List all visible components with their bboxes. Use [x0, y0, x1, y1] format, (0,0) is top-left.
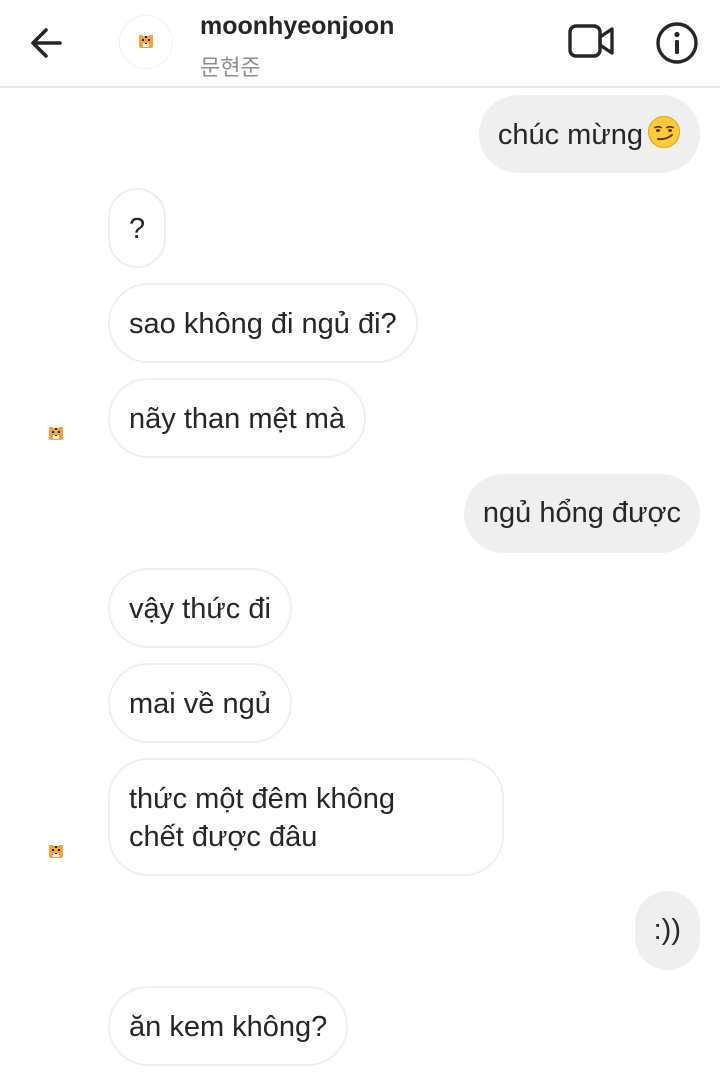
video-call-button[interactable]	[566, 20, 616, 64]
message-bubble-outgoing[interactable]: :))	[634, 891, 700, 970]
message-bubble-incoming[interactable]: ăn kem không?	[108, 986, 349, 1066]
message-bubble-incoming[interactable]: sao không đi ngủ đi?	[108, 283, 418, 363]
message-text: ăn kem không?	[129, 1011, 328, 1043]
message-text: :))	[653, 914, 681, 946]
contact-avatar[interactable]	[120, 16, 172, 68]
contact-username[interactable]: moonhyeonjoon	[200, 12, 394, 41]
info-icon	[656, 22, 698, 64]
tiger-avatar-icon	[49, 427, 63, 440]
tiger-avatar-icon	[49, 845, 63, 858]
back-button[interactable]	[22, 20, 72, 66]
message-text: sao không đi ngủ đi?	[129, 308, 397, 340]
message-text: thức một đêm không chết được đâu	[129, 783, 396, 853]
message-bubble-outgoing[interactable]: chúc mừng	[478, 95, 700, 173]
message-text: nãy than mệt mà	[129, 403, 345, 435]
arrow-left-icon	[31, 28, 62, 58]
tiger-avatar-icon	[139, 35, 153, 48]
contact-display-name: 문현준	[200, 55, 261, 80]
message-bubble-outgoing[interactable]: ngủ hổng được	[463, 474, 700, 553]
message-bubble-incoming[interactable]: vậy thức đi	[108, 568, 292, 648]
message-bubble-incoming[interactable]: nãy than mệt mà	[108, 378, 366, 458]
video-camera-icon	[568, 24, 614, 58]
message-text: vậy thức đi	[129, 593, 271, 625]
message-text: chúc mừng	[497, 119, 643, 151]
message-bubble-incoming[interactable]: thức một đêm không chết được đâu	[108, 758, 504, 876]
smirking-face-emoji	[648, 116, 680, 148]
sender-avatar[interactable]	[30, 826, 82, 878]
chat-header: moonhyeonjoon 문현준	[0, 0, 720, 88]
message-text: ngủ hổng được	[482, 497, 681, 529]
info-button[interactable]	[654, 20, 700, 66]
message-text: ?	[129, 213, 146, 245]
message-bubble-incoming[interactable]: mai về ngủ	[108, 663, 292, 743]
message-text: mai về ngủ	[129, 688, 271, 720]
message-bubble-incoming[interactable]: ?	[108, 188, 167, 268]
sender-avatar[interactable]	[30, 408, 82, 460]
